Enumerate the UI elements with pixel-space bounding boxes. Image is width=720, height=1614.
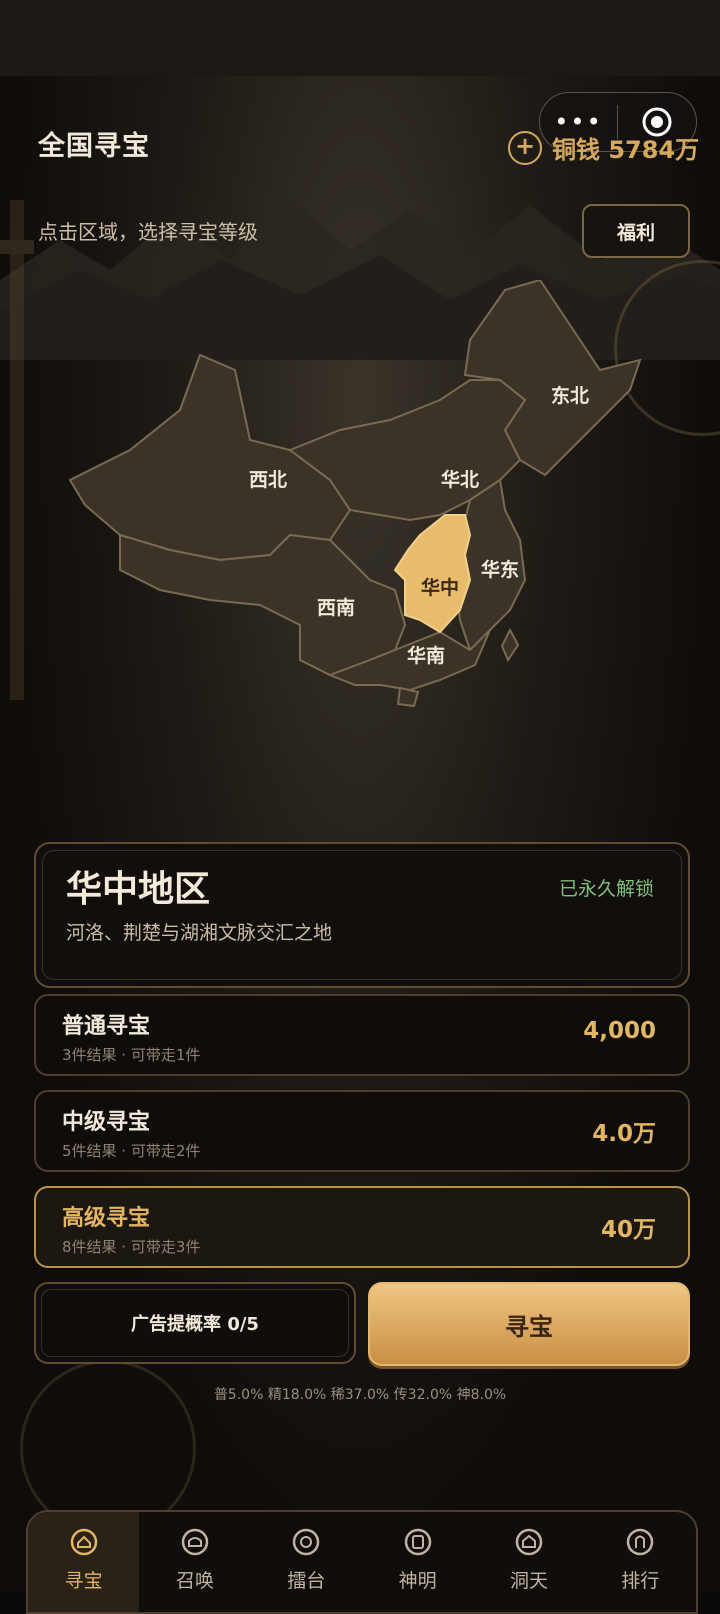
region-hainan[interactable] (396, 686, 420, 708)
hunt-button[interactable]: 寻宝 (368, 1282, 690, 1366)
arena-icon (293, 1528, 320, 1556)
tab-label: 召唤 (175, 1570, 214, 1592)
tier-price: 4,000 (583, 1018, 656, 1044)
rank-icon (627, 1528, 654, 1556)
page-subtitle: 点击区域，选择寻宝等级 (38, 220, 258, 244)
add-currency-button[interactable]: + (508, 130, 542, 165)
tab-label: 洞天 (509, 1570, 548, 1592)
map-label-north: 华北 (441, 468, 479, 491)
status-bar (0, 0, 720, 76)
tab-label: 神明 (398, 1570, 437, 1592)
tab-label: 寻宝 (64, 1570, 103, 1592)
map-label-south: 华南 (407, 644, 445, 667)
tier-name: 高级寻宝 (62, 1206, 151, 1231)
tier-description: 5件结果 · 可带走2件 (62, 1142, 201, 1160)
region-name: 华中地区 (66, 869, 211, 910)
china-region-map: 西北 华北 东北 华东 华中 西南 华南 (68, 280, 642, 708)
tab-rank[interactable]: 排行 (585, 1512, 696, 1612)
treasure-icon (70, 1528, 97, 1556)
region-taiwan[interactable] (500, 627, 520, 663)
currency-display: + 铜钱 5784万 (508, 130, 699, 165)
map-label-northeast: 东北 (551, 384, 589, 407)
tier-option-medium[interactable]: 中级寻宝 5件结果 · 可带走2件 4.0万 (34, 1090, 690, 1172)
tier-option-advanced[interactable]: 高级寻宝 8件结果 · 可带走3件 40万 (34, 1186, 690, 1268)
summon-icon (181, 1528, 209, 1556)
region-info-card: 华中地区 河洛、荆楚与湖湘文脉交汇之地 已永久解锁 (34, 842, 690, 988)
tier-price: 40万 (600, 1217, 656, 1243)
currency-label: 铜钱 5784万 (552, 136, 700, 164)
tab-label: 排行 (621, 1570, 660, 1592)
tier-option-normal[interactable]: 普通寻宝 3件结果 · 可带走1件 4,000 (34, 994, 690, 1076)
tab-label: 擂台 (287, 1570, 326, 1592)
region-southwest[interactable] (119, 533, 407, 677)
ad-boost-button[interactable]: 广告提概率 0/5 (34, 1282, 356, 1364)
cave-icon (515, 1528, 543, 1556)
tier-price: 4.0万 (592, 1121, 656, 1147)
map-label-southwest: 西南 (317, 597, 355, 619)
tier-description: 3件结果 · 可带走1件 (62, 1046, 201, 1064)
map-label-east: 华东 (481, 558, 519, 581)
map-label-northwest: 西北 (249, 469, 287, 491)
map-label-central: 华中 (421, 576, 459, 599)
welfare-button[interactable]: 福利 (582, 204, 690, 258)
tab-deity[interactable]: 神明 (362, 1512, 473, 1612)
tier-description: 8件结果 · 可带走3件 (62, 1238, 201, 1256)
tab-arena[interactable]: 擂台 (251, 1512, 362, 1612)
tab-summon[interactable]: 召唤 (139, 1512, 250, 1612)
tier-name: 普通寻宝 (62, 1014, 151, 1039)
deity-icon (404, 1528, 431, 1556)
tab-cave[interactable]: 洞天 (473, 1512, 584, 1612)
page-title: 全国寻宝 (38, 131, 150, 162)
tier-name: 中级寻宝 (62, 1110, 151, 1135)
unlock-status: 已永久解锁 (558, 878, 654, 900)
rarity-probabilities: 普5.0% 精18.0% 稀37.0% 传32.0% 神8.0% (213, 1387, 507, 1403)
region-description: 河洛、荆楚与湖湘文脉交汇之地 (66, 922, 333, 944)
ad-button-label: 广告提概率 0/5 (131, 1314, 259, 1335)
bottom-tab-bar: 寻宝 召唤 擂台 神明 洞天 排行 (26, 1510, 698, 1614)
tab-treasure[interactable]: 寻宝 (28, 1512, 140, 1612)
